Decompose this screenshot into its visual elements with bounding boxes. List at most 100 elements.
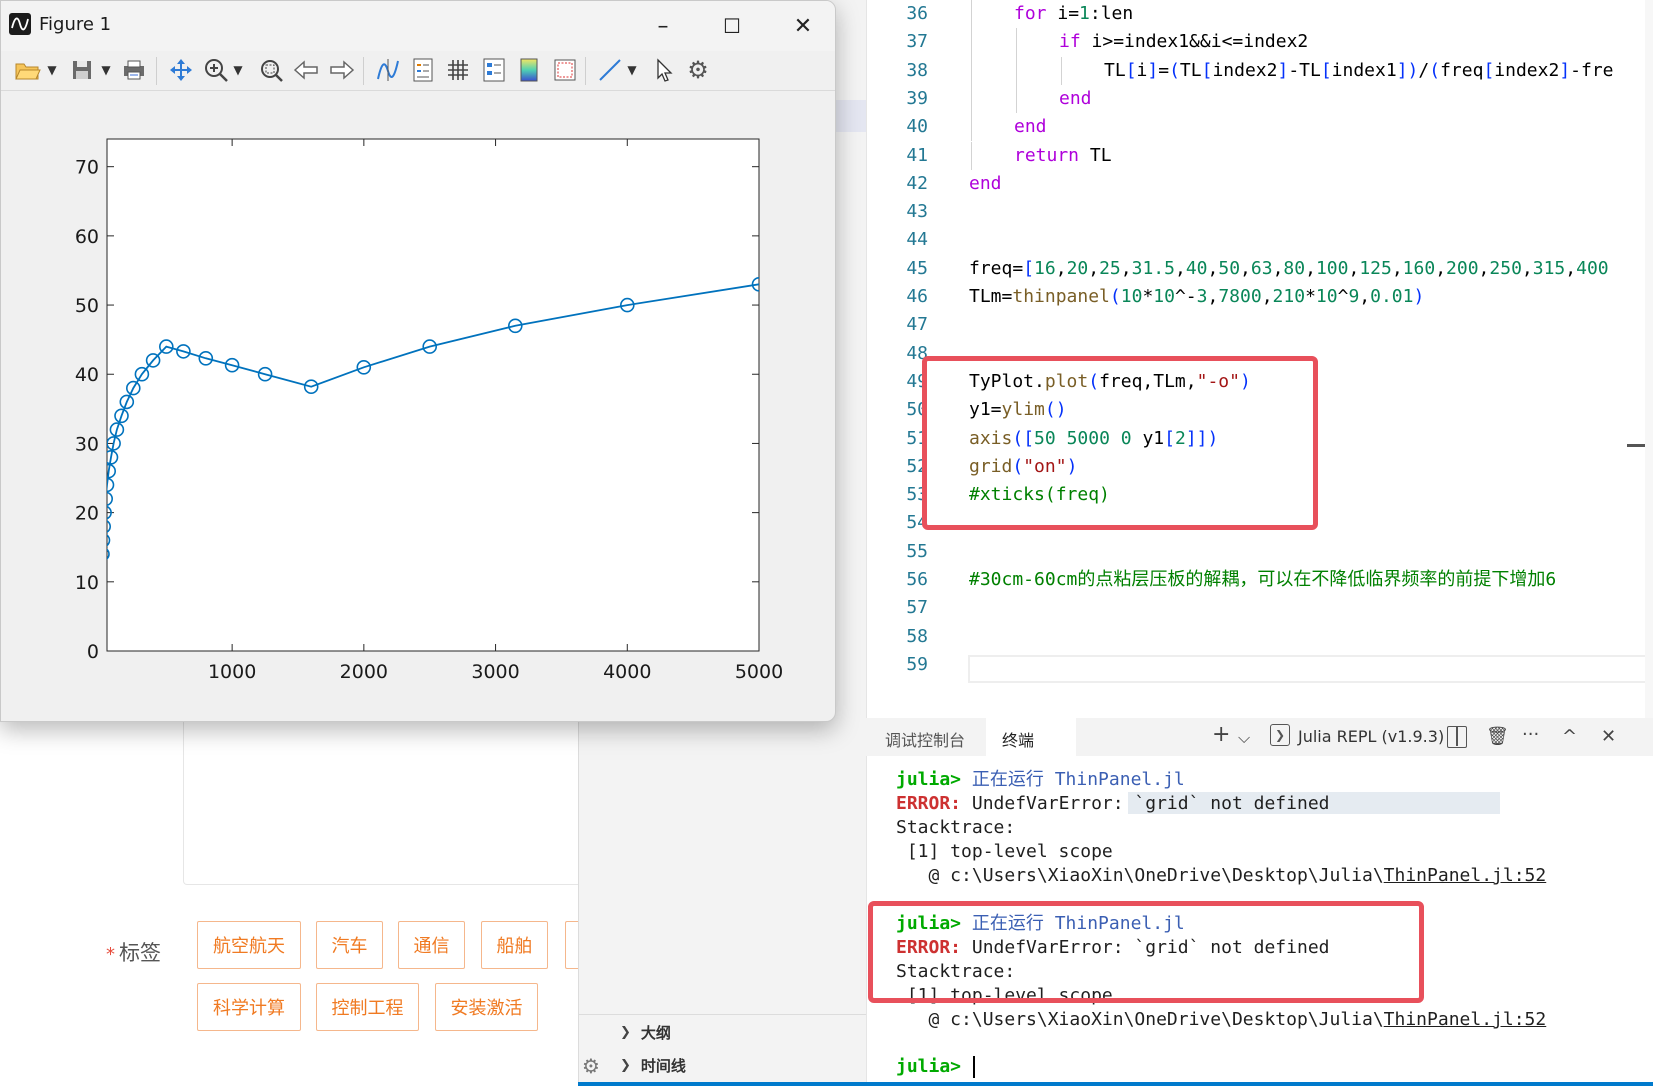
code-text: return TL xyxy=(1014,144,1112,166)
open-folder-icon[interactable] xyxy=(13,55,43,85)
code-line[interactable]: 42 end xyxy=(866,170,1653,198)
close-button[interactable]: ✕ xyxy=(783,9,823,43)
save-icon[interactable] xyxy=(67,55,97,85)
indent-guide xyxy=(1061,56,1062,85)
line-dropdown-icon[interactable]: ▼ xyxy=(625,55,639,85)
insert-rect-icon[interactable] xyxy=(550,55,580,85)
zoom-in-icon[interactable] xyxy=(201,55,231,85)
grid-icon[interactable] xyxy=(443,55,473,85)
y-tick-label: 30 xyxy=(75,433,99,455)
tag-chip[interactable]: 安装激活 xyxy=(435,983,538,1031)
line-number: 36 xyxy=(906,3,928,24)
tag-chip[interactable]: 通信 xyxy=(398,921,465,969)
line-number: 50 xyxy=(906,399,928,421)
editor-scrollbar[interactable] xyxy=(1645,0,1653,718)
add-terminal-icon[interactable]: + xyxy=(1212,722,1230,747)
code-line[interactable]: 38 TL[i]=(TL[index2]-TL[index1])/(freq[in… xyxy=(866,57,1653,85)
required-mark: * xyxy=(106,944,115,965)
code-text: #30cm-60cm的点粘层压板的解耦，可以在不降低临界频率的前提下增加6 xyxy=(969,569,1557,590)
outline-label: 大纲 xyxy=(640,1024,671,1042)
code-line[interactable]: 55 xyxy=(866,538,1653,566)
open-dropdown-icon[interactable]: ▼ xyxy=(45,55,59,85)
line-number: 43 xyxy=(906,201,928,223)
minimize-button[interactable]: – xyxy=(643,9,683,43)
split-terminal-icon[interactable] xyxy=(1447,726,1467,748)
indent-guide xyxy=(971,28,972,57)
figure-window[interactable]: Figure 1 – ☐ ✕ ▼ ▼ ▼ ▼ ⚙ 0 10 20 30 40 50 60 70… xyxy=(0,0,836,722)
terminal-frame-line: [1] top-level scope xyxy=(896,841,1113,862)
timeline-section[interactable]: ❯ 时间线 xyxy=(620,1055,686,1076)
annotation-box-error xyxy=(868,901,1424,1003)
figure-titlebar[interactable] xyxy=(1,1,835,51)
line-number: 55 xyxy=(906,540,928,562)
zoom-fit-icon[interactable] xyxy=(256,55,286,85)
zoom-dropdown-icon[interactable]: ▼ xyxy=(231,55,245,85)
line-number: 52 xyxy=(906,455,928,477)
code-line[interactable]: 47 xyxy=(866,311,1653,339)
indent-guide xyxy=(1016,56,1017,85)
code-line[interactable]: 58 xyxy=(866,623,1653,651)
tab-terminal[interactable]: 终端 xyxy=(1002,727,1034,751)
terminal-location-line: @ c:\Users\XiaoXin\OneDrive\Desktop\Juli… xyxy=(896,865,1547,886)
line-number: 41 xyxy=(906,144,928,166)
code-line[interactable]: 39 end xyxy=(866,85,1653,113)
code-line[interactable]: 45 freq=[16,20,25,31.5,40,50,63,80,100,12… xyxy=(866,255,1653,283)
line-number: 59 xyxy=(906,653,928,675)
code-line[interactable]: 46 TLm=thinpanel(10*10^-3,7800,210*10^9,0… xyxy=(866,283,1653,311)
outline-section[interactable]: ❯ 大纲 xyxy=(620,1022,671,1043)
legend-icon[interactable] xyxy=(408,55,438,85)
tag-chip[interactable]: 汽车 xyxy=(316,921,383,969)
line-tool-icon[interactable] xyxy=(595,55,625,85)
indent-guide xyxy=(971,0,972,29)
maximize-panel-icon[interactable]: ^ xyxy=(1562,726,1577,747)
line-number: 40 xyxy=(906,116,928,138)
back-arrow-icon[interactable] xyxy=(291,55,321,85)
maximize-button[interactable]: ☐ xyxy=(712,9,752,43)
close-panel-icon[interactable]: ✕ xyxy=(1601,726,1616,747)
manage-gear-icon[interactable]: ⚙ xyxy=(582,1054,610,1082)
select-pointer-icon[interactable] xyxy=(649,55,679,85)
code-text: if i>=index1&&i<=index2 xyxy=(1059,31,1309,53)
print-icon[interactable] xyxy=(119,55,149,85)
code-line[interactable]: 36 for i=1:len xyxy=(866,0,1653,28)
tag-chip[interactable]: 控制工程 xyxy=(316,983,419,1031)
terminal-dropdown-icon[interactable]: ⌵ xyxy=(1238,728,1250,748)
more-actions-icon[interactable]: ··· xyxy=(1522,724,1539,745)
status-bar-edge xyxy=(578,1082,1653,1086)
code-text: TLm=thinpanel(10*10^-3,7800,210*10^9,0.0… xyxy=(969,286,1425,307)
line-number: 58 xyxy=(906,625,928,647)
y-tick-label: 10 xyxy=(75,572,99,594)
terminal-name[interactable]: Julia REPL (v1.9.3) xyxy=(1298,727,1444,746)
code-line[interactable]: 41 return TL xyxy=(866,142,1653,170)
code-line[interactable]: 44 xyxy=(866,226,1653,254)
tag-chip[interactable]: 航空航天 xyxy=(197,921,301,969)
y-tick-label: 70 xyxy=(75,157,99,179)
y-tick-label: 40 xyxy=(75,364,99,386)
pan-icon[interactable] xyxy=(166,55,196,85)
terminal-final-prompt: julia> xyxy=(896,1056,962,1077)
figure-app-icon xyxy=(9,13,31,35)
line-number: 47 xyxy=(906,314,928,336)
indent-guide xyxy=(971,113,972,142)
forward-arrow-icon[interactable] xyxy=(327,55,357,85)
plot-area[interactable]: 0 10 20 30 40 50 60 70 1000 2000 3000 4000 5000 xyxy=(1,91,836,722)
code-line[interactable]: 37 if i>=index1&&i<=index2 xyxy=(866,28,1653,56)
code-line[interactable]: 56 #30cm-60cm的点粘层压板的解耦，可以在不降低临界频率的前提下增加6 xyxy=(866,566,1653,594)
chevron-right-icon: ❯ xyxy=(620,1025,631,1040)
terminal-cursor xyxy=(973,1056,975,1078)
data-cursor-icon[interactable] xyxy=(373,55,403,85)
tag-chip[interactable]: 船舶 xyxy=(481,921,548,969)
x-tick-label: 5000 xyxy=(735,661,783,683)
trash-icon[interactable]: 🗑 xyxy=(1486,726,1509,747)
tag-chip[interactable]: 科学计算 xyxy=(197,983,301,1031)
property-editor-icon[interactable] xyxy=(479,55,509,85)
code-line[interactable]: 43 xyxy=(866,198,1653,226)
settings-gear-icon[interactable]: ⚙ xyxy=(683,55,713,85)
code-text: for i=1:len xyxy=(1014,3,1134,24)
code-line[interactable]: 40 end xyxy=(866,113,1653,141)
tab-debug-console[interactable]: 调试控制台 xyxy=(885,727,965,751)
save-dropdown-icon[interactable]: ▼ xyxy=(99,55,113,85)
scrollbar-marker xyxy=(1627,444,1645,447)
colorbar-icon[interactable] xyxy=(514,55,544,85)
code-line[interactable]: 57 xyxy=(866,594,1653,622)
